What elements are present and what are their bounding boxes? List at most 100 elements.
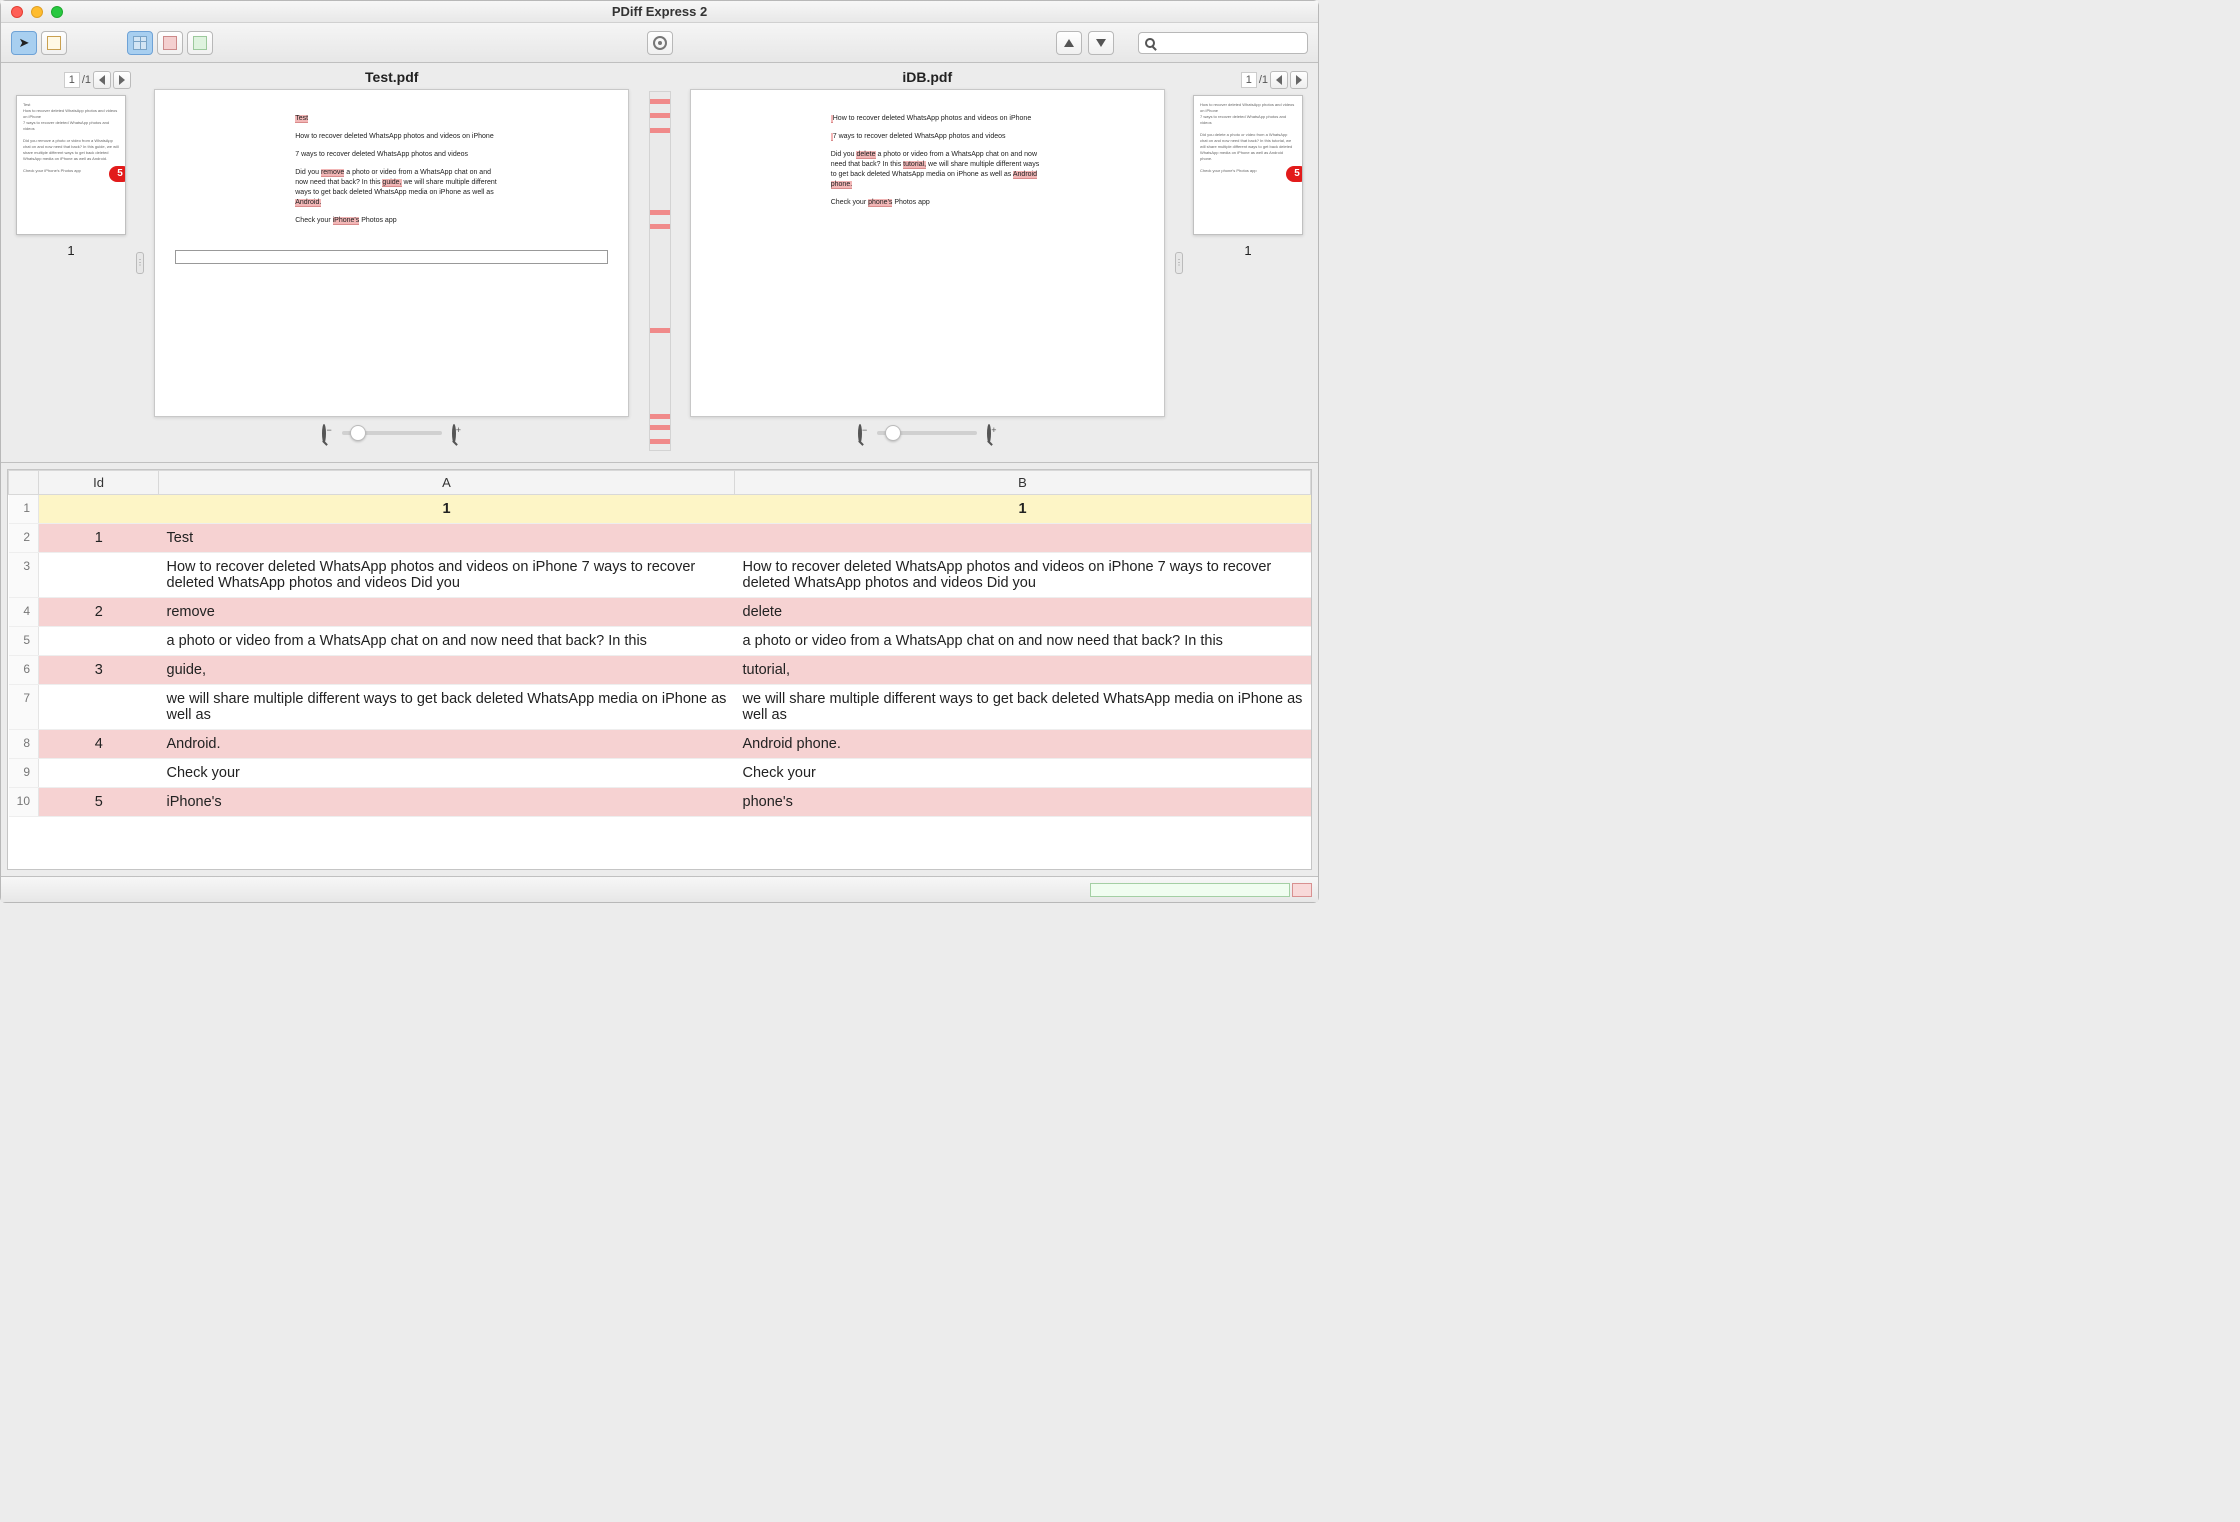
gear-icon <box>653 36 667 50</box>
row-id <box>39 495 159 524</box>
zoom-in-icon <box>987 424 991 443</box>
overview-diff-mark[interactable] <box>650 224 670 229</box>
red-box-icon <box>163 36 177 50</box>
status-bar <box>1 876 1318 902</box>
doc-a-title: Test.pdf <box>365 69 418 89</box>
col-a[interactable]: A <box>159 471 735 495</box>
row-number: 7 <box>9 685 39 730</box>
doc-b-zoom-in-button[interactable]: + <box>987 425 996 441</box>
title-bar: PDiff Express 2 <box>1 1 1318 23</box>
right-prev-page-button[interactable] <box>1270 71 1288 89</box>
doc-a-zoom: − + <box>322 425 461 441</box>
next-diff-button[interactable] <box>1088 31 1114 55</box>
status-diff-swatch <box>1292 883 1312 897</box>
row-id <box>39 685 159 730</box>
doc-a-zoom-slider[interactable] <box>342 431 442 435</box>
cell-a: Check your <box>159 759 735 788</box>
doc-a-view[interactable]: TestHow to recover deleted WhatsApp phot… <box>154 89 629 417</box>
green-box-icon <box>193 36 207 50</box>
col-id[interactable]: Id <box>39 471 159 495</box>
doc-b-zoom-out-button[interactable]: − <box>858 425 867 441</box>
row-number: 4 <box>9 598 39 627</box>
right-thumb-label: 1 <box>1188 243 1308 258</box>
overview-diff-mark[interactable] <box>650 439 670 444</box>
table-row[interactable]: 7 we will share multiple different ways t… <box>9 685 1311 730</box>
overview-track[interactable] <box>649 91 671 451</box>
cell-a: 1 <box>159 495 735 524</box>
cell-b: delete <box>735 598 1311 627</box>
right-thumbnail[interactable]: How to recover deleted WhatsApp photos a… <box>1193 95 1303 235</box>
search-field[interactable] <box>1138 32 1308 54</box>
overview-diff-mark[interactable] <box>650 99 670 104</box>
overview-diff-mark[interactable] <box>650 414 670 419</box>
left-page-total: /1 <box>82 74 91 86</box>
row-number: 6 <box>9 656 39 685</box>
view-diff-button[interactable] <box>157 31 183 55</box>
overview-diff-mark[interactable] <box>650 425 670 430</box>
slider-knob[interactable] <box>350 425 366 441</box>
right-page-total: /1 <box>1259 74 1268 86</box>
view-same-button[interactable] <box>187 31 213 55</box>
close-icon[interactable] <box>11 6 23 18</box>
cell-b: Android phone. <box>735 730 1311 759</box>
left-prev-page-button[interactable] <box>93 71 111 89</box>
table-row[interactable]: 42removedelete <box>9 598 1311 627</box>
table-row[interactable]: 5a photo or video from a WhatsApp chat o… <box>9 627 1311 656</box>
table-row[interactable]: 9Check yourCheck your <box>9 759 1311 788</box>
doc-b-column: iDB.pdf How to recover deleted WhatsApp … <box>677 63 1179 462</box>
overview-diff-mark[interactable] <box>650 328 670 333</box>
right-pager: 1 /1 <box>1188 71 1308 89</box>
toolbar: ➤ <box>1 23 1318 63</box>
cell-b: a photo or video from a WhatsApp chat on… <box>735 627 1311 656</box>
slider-knob[interactable] <box>885 425 901 441</box>
prev-diff-button[interactable] <box>1056 31 1082 55</box>
doc-b-view[interactable]: How to recover deleted WhatsApp photos a… <box>690 89 1165 417</box>
doc-a-zoom-out-button[interactable]: − <box>322 425 331 441</box>
select-tool-button[interactable]: ➤ <box>11 31 37 55</box>
doc-b-zoom-slider[interactable] <box>877 431 977 435</box>
left-pager: 1 /1 <box>11 71 131 89</box>
col-b[interactable]: B <box>735 471 1311 495</box>
diff-table: Id A B 11121Test3How to recover deleted … <box>8 470 1311 817</box>
left-thumbnail[interactable]: TestHow to recover deleted WhatsApp phot… <box>16 95 126 235</box>
right-next-page-button[interactable] <box>1290 71 1308 89</box>
box-yellow-icon <box>47 36 61 50</box>
cell-b: tutorial, <box>735 656 1311 685</box>
table-row[interactable]: 105iPhone'sphone's <box>9 788 1311 817</box>
status-ok-swatch <box>1090 883 1290 897</box>
arrow-up-icon <box>1064 39 1074 47</box>
chevron-left-icon <box>99 75 105 85</box>
view-split-button[interactable] <box>127 31 153 55</box>
cell-a: How to recover deleted WhatsApp photos a… <box>159 553 735 598</box>
row-number: 1 <box>9 495 39 524</box>
zoom-icon[interactable] <box>51 6 63 18</box>
cell-b <box>735 524 1311 553</box>
right-splitter-handle[interactable]: ⋮ <box>1175 252 1183 274</box>
overview-diff-mark[interactable] <box>650 210 670 215</box>
settings-button[interactable] <box>647 31 673 55</box>
cell-a: guide, <box>159 656 735 685</box>
table-row[interactable]: 21Test <box>9 524 1311 553</box>
table-row[interactable]: 84Android.Android phone. <box>9 730 1311 759</box>
col-rownum[interactable] <box>9 471 39 495</box>
cell-b: How to recover deleted WhatsApp photos a… <box>735 553 1311 598</box>
split-icon <box>133 36 147 50</box>
table-row[interactable]: 111 <box>9 495 1311 524</box>
row-number: 8 <box>9 730 39 759</box>
left-next-page-button[interactable] <box>113 71 131 89</box>
left-splitter-handle[interactable]: ⋮ <box>136 252 144 274</box>
table-row[interactable]: 63guide,tutorial, <box>9 656 1311 685</box>
row-id: 1 <box>39 524 159 553</box>
left-page-current: 1 <box>64 72 80 88</box>
highlight-tool-button[interactable] <box>41 31 67 55</box>
cell-a: we will share multiple different ways to… <box>159 685 735 730</box>
minimize-icon[interactable] <box>31 6 43 18</box>
table-row[interactable]: 3How to recover deleted WhatsApp photos … <box>9 553 1311 598</box>
cell-b: we will share multiple different ways to… <box>735 685 1311 730</box>
overview-diff-mark[interactable] <box>650 113 670 118</box>
left-thumb-label: 1 <box>11 243 131 258</box>
zoom-in-icon <box>452 424 456 443</box>
doc-a-zoom-in-button[interactable]: + <box>452 425 461 441</box>
overview-diff-mark[interactable] <box>650 128 670 133</box>
search-input[interactable] <box>1155 36 1301 50</box>
